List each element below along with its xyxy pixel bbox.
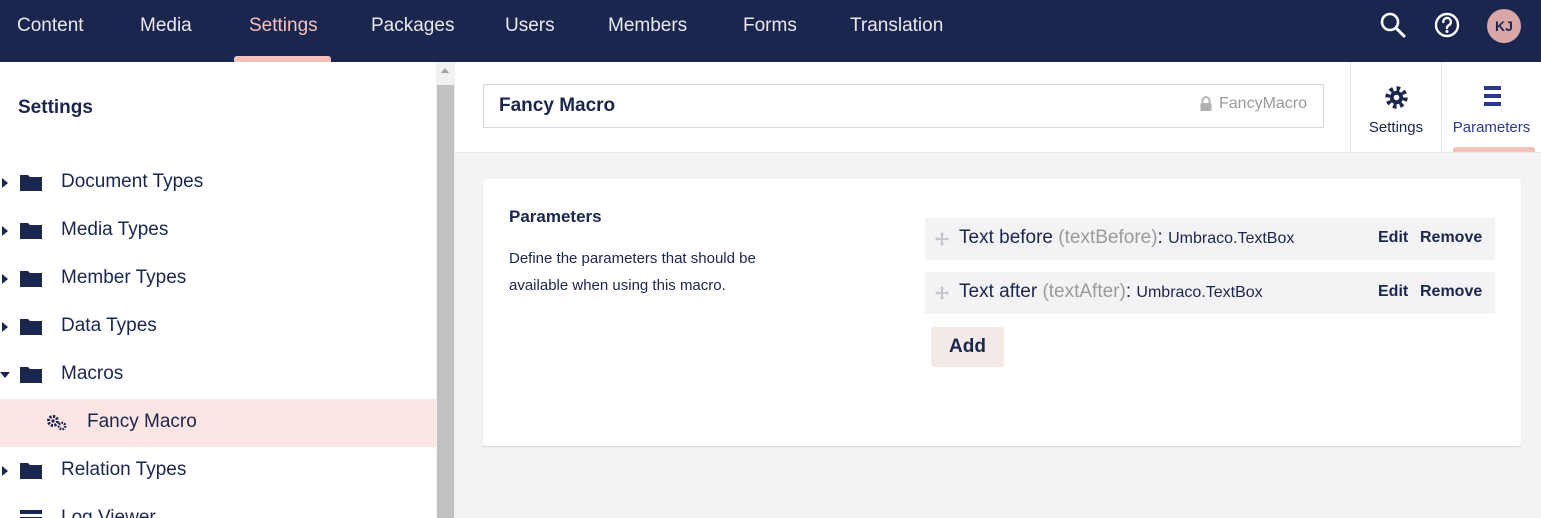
- user-avatar[interactable]: KJ: [1487, 9, 1521, 43]
- expand-arrow-icon[interactable]: [2, 322, 8, 332]
- tree-label: Macros: [61, 363, 124, 384]
- expand-arrow-icon[interactable]: [2, 178, 8, 188]
- tree-label: Document Types: [61, 171, 204, 192]
- parameters-description: Define the parameters that should be ava…: [509, 250, 756, 294]
- tree-label: Data Types: [61, 315, 157, 336]
- tree-label: Log Viewer: [61, 507, 156, 518]
- tree-item-log-viewer[interactable]: Log Viewer: [0, 495, 436, 518]
- macro-name-input[interactable]: [483, 84, 1324, 128]
- list-icon: [20, 510, 42, 518]
- tree-item-data-types[interactable]: Data Types: [0, 303, 436, 351]
- nav-users[interactable]: Users: [505, 0, 555, 62]
- nav-members[interactable]: Members: [608, 0, 687, 62]
- app-parameters-label: Parameters: [1452, 119, 1531, 136]
- folder-icon: [20, 223, 42, 239]
- tree-item-macros[interactable]: Macros: [0, 351, 436, 399]
- parameter-label: Text after (textAfter): Umbraco.TextBox: [959, 281, 1263, 302]
- nav-media[interactable]: Media: [140, 0, 192, 62]
- folder-icon: [20, 463, 42, 479]
- nav-packages[interactable]: Packages: [371, 0, 454, 62]
- lock-icon[interactable]: [1200, 96, 1212, 111]
- tree-label: Media Types: [61, 219, 169, 240]
- help-icon[interactable]: [1433, 11, 1461, 39]
- settings-sidebar: Settings Document Types Media Types Memb…: [0, 62, 436, 518]
- nav-forms[interactable]: Forms: [743, 0, 797, 62]
- edit-parameter-button[interactable]: Edit: [1378, 229, 1408, 247]
- active-app-indicator: [1453, 147, 1535, 152]
- remove-parameter-button[interactable]: Remove: [1420, 229, 1482, 247]
- parameter-label: Text before (textBefore): Umbraco.TextBo…: [959, 227, 1295, 248]
- expand-arrow-icon[interactable]: [2, 274, 8, 284]
- parameter-name: Text after: [959, 281, 1038, 302]
- folder-icon: [20, 175, 42, 191]
- macro-alias: FancyMacro: [1219, 95, 1308, 112]
- parameter-alias: (textBefore): [1058, 227, 1158, 248]
- tree-item-member-types[interactable]: Member Types: [0, 255, 436, 303]
- edit-parameter-button[interactable]: Edit: [1378, 283, 1408, 301]
- expand-arrow-icon[interactable]: [2, 466, 8, 476]
- parameter-row[interactable]: Text after (textAfter): Umbraco.TextBox …: [925, 272, 1495, 314]
- folder-icon: [20, 319, 42, 335]
- list-icon: [1484, 86, 1501, 106]
- app-parameters-button[interactable]: Parameters: [1442, 62, 1541, 152]
- drag-handle-icon[interactable]: [934, 231, 950, 247]
- add-parameter-button[interactable]: Add: [931, 327, 1004, 367]
- parameter-row[interactable]: Text before (textBefore): Umbraco.TextBo…: [925, 218, 1495, 260]
- drag-handle-icon[interactable]: [934, 285, 950, 301]
- tree-item-relation-types[interactable]: Relation Types: [0, 447, 436, 495]
- parameter-alias: (textAfter): [1042, 281, 1126, 302]
- remove-parameter-button[interactable]: Remove: [1420, 283, 1482, 301]
- parameters-title: Parameters: [509, 207, 602, 226]
- tree-label: Fancy Macro: [87, 411, 197, 432]
- search-icon[interactable]: [1379, 11, 1407, 39]
- folder-icon: [20, 367, 42, 383]
- gear-icon: [1385, 86, 1408, 109]
- parameter-type: Umbraco.TextBox: [1168, 230, 1295, 247]
- top-navigation-bar: Content Media Settings Packages Users Me…: [0, 0, 1541, 62]
- tree-label: Relation Types: [61, 459, 187, 480]
- tree-item-media-types[interactable]: Media Types: [0, 207, 436, 255]
- folder-icon: [20, 271, 42, 287]
- nav-settings[interactable]: Settings: [249, 0, 318, 62]
- app-settings-label: Settings: [1368, 119, 1424, 136]
- nav-translation[interactable]: Translation: [850, 0, 943, 62]
- parameter-name: Text before: [959, 227, 1053, 248]
- parameter-type: Umbraco.TextBox: [1136, 284, 1263, 301]
- collapse-arrow-icon[interactable]: [0, 372, 10, 378]
- nav-content[interactable]: Content: [17, 0, 84, 62]
- tree-item-fancy-macro[interactable]: Fancy Macro: [0, 399, 436, 447]
- sidebar-title: Settings: [18, 97, 93, 118]
- tree-item-document-types[interactable]: Document Types: [0, 159, 436, 207]
- scroll-up-arrow-icon[interactable]: [441, 68, 449, 73]
- app-settings-button[interactable]: Settings: [1351, 62, 1441, 152]
- tree-label: Member Types: [61, 267, 187, 288]
- sidebar-scrollbar-thumb[interactable]: [437, 85, 454, 518]
- cogs-icon: [47, 415, 67, 431]
- expand-arrow-icon[interactable]: [2, 226, 8, 236]
